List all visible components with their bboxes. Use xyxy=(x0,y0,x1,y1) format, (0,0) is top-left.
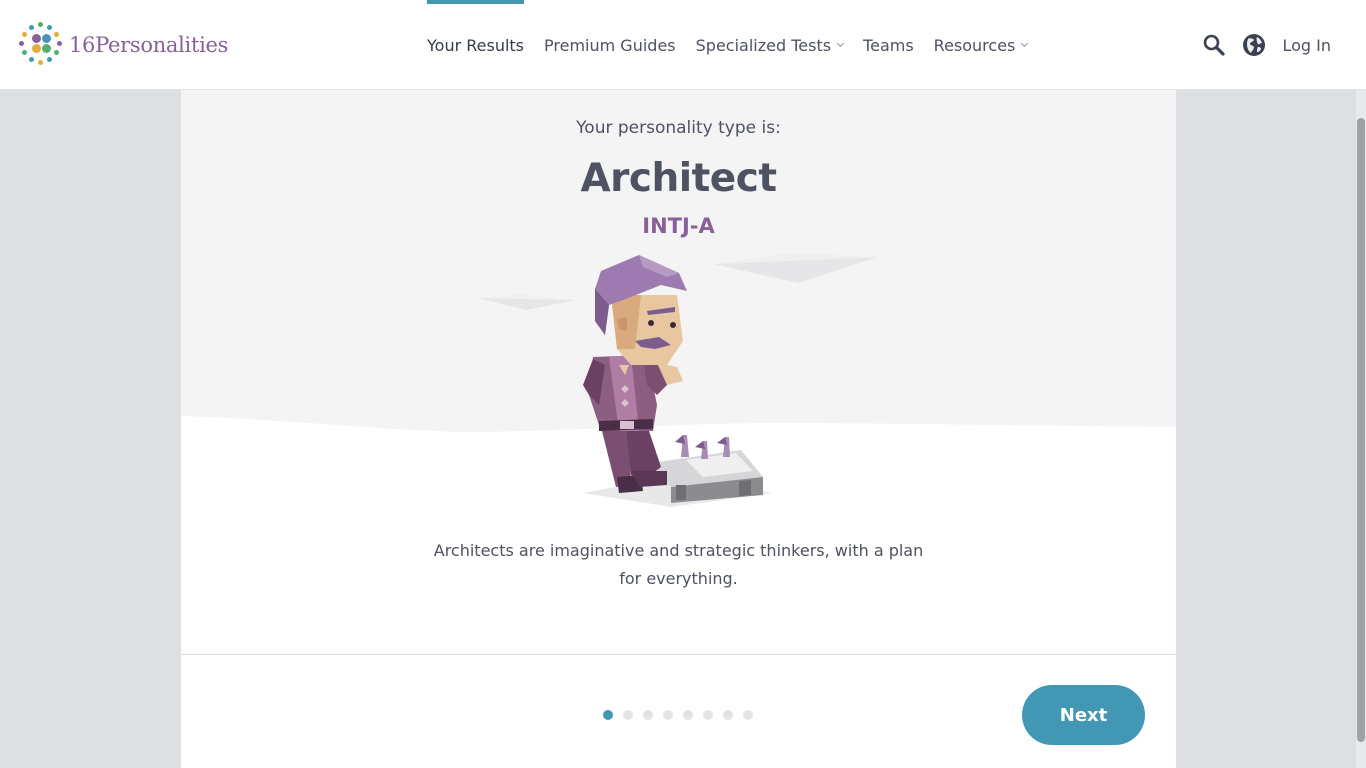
step-dot[interactable] xyxy=(643,710,653,720)
step-dot[interactable] xyxy=(723,710,733,720)
chevron-down-icon xyxy=(837,39,845,48)
nav-label: Specialized Tests xyxy=(695,35,832,55)
main-nav: Your Results Premium Guides Specialized … xyxy=(427,0,1047,90)
nav-label: Resources xyxy=(933,35,1016,55)
results-card: Your personality type is: Architect INTJ… xyxy=(181,90,1176,768)
nav-teams[interactable]: Teams xyxy=(863,0,914,90)
step-dot[interactable] xyxy=(683,710,693,720)
next-button[interactable]: Next xyxy=(1022,685,1145,745)
architect-illustration xyxy=(583,255,773,507)
logo-mark-icon xyxy=(19,22,65,68)
step-dot[interactable] xyxy=(623,710,633,720)
header-actions: Log In xyxy=(1186,0,1331,90)
search-icon[interactable] xyxy=(1202,33,1226,57)
nav-resources[interactable]: Resources xyxy=(933,0,1029,90)
result-description: Architects are imaginative and strategic… xyxy=(433,541,924,588)
nav-premium-guides[interactable]: Premium Guides xyxy=(544,0,676,90)
result-intro: Your personality type is: xyxy=(576,118,781,138)
site-header: 16Personalities Your Results Premium Gui… xyxy=(0,0,1366,90)
step-indicator xyxy=(603,710,763,720)
personality-type-code: INTJ-A xyxy=(642,214,715,238)
footer-divider xyxy=(181,654,1176,655)
logo[interactable]: 16Personalities xyxy=(19,22,228,68)
login-link[interactable]: Log In xyxy=(1282,36,1331,55)
nav-label: Your Results xyxy=(427,35,525,55)
nav-your-results[interactable]: Your Results xyxy=(427,0,525,90)
personality-type-name: Architect xyxy=(580,156,777,201)
nav-label: Premium Guides xyxy=(544,35,676,55)
nav-label: Teams xyxy=(863,35,914,55)
globe-icon[interactable] xyxy=(1242,33,1266,57)
chevron-down-icon xyxy=(1021,39,1029,48)
step-dot-active[interactable] xyxy=(603,710,613,720)
step-dot[interactable] xyxy=(743,710,753,720)
logo-text: 16Personalities xyxy=(69,33,229,57)
page-scrollbar[interactable] xyxy=(1356,90,1366,768)
scrollbar-thumb[interactable] xyxy=(1357,118,1365,742)
step-dot[interactable] xyxy=(703,710,713,720)
step-dot[interactable] xyxy=(663,710,673,720)
nav-specialized-tests[interactable]: Specialized Tests xyxy=(695,0,845,90)
